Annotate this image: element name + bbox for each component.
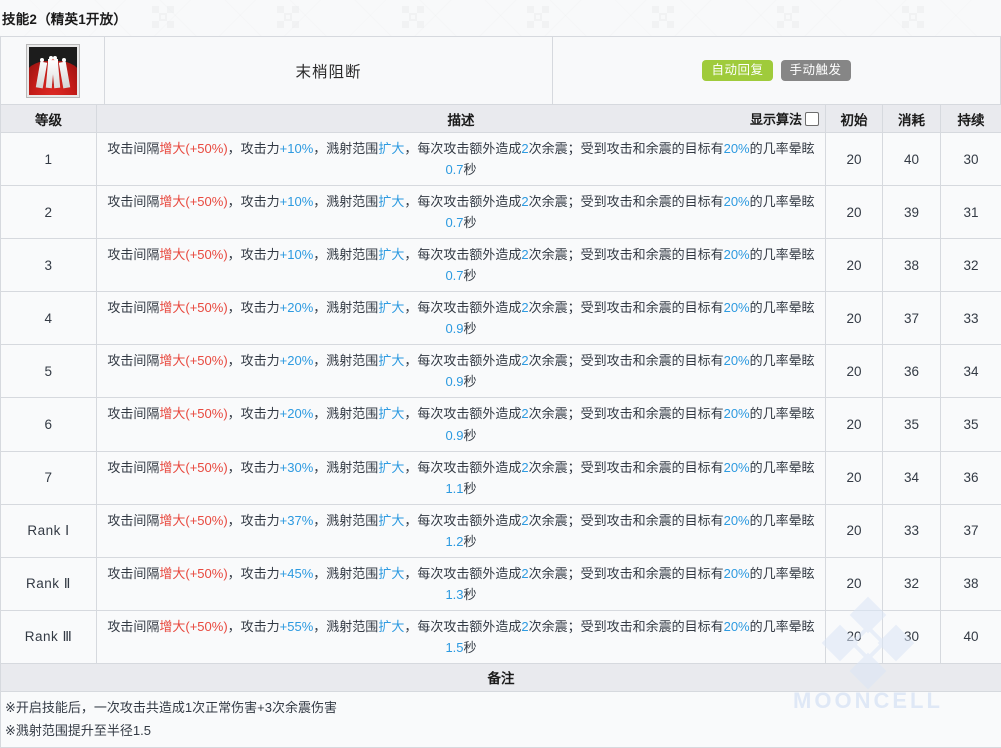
cell-initial: 20 — [826, 504, 883, 557]
cell-duration: 36 — [941, 451, 1001, 504]
cell-duration: 37 — [941, 504, 1001, 557]
deco-diamond-icon — [402, 6, 424, 28]
cell-description: 攻击间隔增大(+50%)，攻击力+10%，溅射范围扩大，每次攻击额外造成2次余震… — [97, 133, 826, 186]
note-line: ※溅射范围提升至半径1.5 — [5, 720, 997, 743]
cell-description: 攻击间隔增大(+50%)，攻击力+20%，溅射范围扩大，每次攻击额外造成2次余震… — [97, 345, 826, 398]
notes-section: 备注 ※开启技能后，一次攻击共造成1次正常伤害+3次余震伤害 ※溅射范围提升至半… — [1, 663, 1001, 748]
cell-level: 6 — [1, 398, 97, 451]
column-header-initial: 初始 — [826, 105, 883, 133]
cell-cost: 40 — [883, 133, 941, 186]
table-header: 等级 描述 显示算法 初始 消耗 持续 — [1, 105, 1001, 133]
cell-description: 攻击间隔增大(+50%)，攻击力+10%，溅射范围扩大，每次攻击额外造成2次余震… — [97, 186, 826, 239]
skill-name: 末梢阻断 — [295, 60, 361, 82]
cell-cost: 35 — [883, 398, 941, 451]
cell-cost: 38 — [883, 239, 941, 292]
tag-auto-recovery[interactable]: 自动回复 — [702, 60, 772, 82]
cell-cost: 32 — [883, 557, 941, 610]
cell-description: 攻击间隔增大(+50%)，攻击力+20%，溅射范围扩大，每次攻击额外造成2次余震… — [97, 398, 826, 451]
skill-name-cell: 末梢阻断 — [105, 37, 553, 104]
column-header-level: 等级 — [1, 105, 97, 133]
cell-level: 5 — [1, 345, 97, 398]
cell-level: 1 — [1, 133, 97, 186]
cell-cost: 30 — [883, 610, 941, 663]
skill-tags: 自动回复 手动触发 — [553, 37, 1000, 104]
cell-level: Rank Ⅰ — [1, 504, 97, 557]
cell-initial: 20 — [826, 239, 883, 292]
skill-page: 技能2（精英1开放） 末梢阻断 自动回复 手动触发 — [0, 0, 1001, 748]
skill-header-bar: 技能2（精英1开放） — [0, 0, 1001, 36]
cell-duration: 40 — [941, 610, 1001, 663]
cell-duration: 33 — [941, 292, 1001, 345]
skill-summary-strip: 末梢阻断 自动回复 手动触发 — [0, 36, 1001, 104]
cell-level: 7 — [1, 451, 97, 504]
table-row: 2攻击间隔增大(+50%)，攻击力+10%，溅射范围扩大，每次攻击额外造成2次余… — [1, 186, 1001, 239]
cell-description: 攻击间隔增大(+50%)，攻击力+30%，溅射范围扩大，每次攻击额外造成2次余震… — [97, 451, 826, 504]
table-row: Rank Ⅱ攻击间隔增大(+50%)，攻击力+45%，溅射范围扩大，每次攻击额外… — [1, 557, 1001, 610]
cell-level: Rank Ⅱ — [1, 557, 97, 610]
cell-description: 攻击间隔增大(+50%)，攻击力+20%，溅射范围扩大，每次攻击额外造成2次余震… — [97, 292, 826, 345]
cell-description: 攻击间隔增大(+50%)，攻击力+55%，溅射范围扩大，每次攻击额外造成2次余震… — [97, 610, 826, 663]
cell-cost: 36 — [883, 345, 941, 398]
cell-initial: 20 — [826, 345, 883, 398]
tag-manual-trigger[interactable]: 手动触发 — [781, 60, 851, 82]
cell-description: 攻击间隔增大(+50%)，攻击力+45%，溅射范围扩大，每次攻击额外造成2次余震… — [97, 557, 826, 610]
cell-duration: 35 — [941, 398, 1001, 451]
note-line: ※开启技能后，一次攻击共造成1次正常伤害+3次余震伤害 — [5, 697, 997, 720]
table-row: 5攻击间隔增大(+50%)，攻击力+20%，溅射范围扩大，每次攻击额外造成2次余… — [1, 345, 1001, 398]
deco-diamond-icon — [652, 6, 674, 28]
cell-initial: 20 — [826, 133, 883, 186]
table-row: Rank Ⅲ攻击间隔增大(+50%)，攻击力+55%，溅射范围扩大，每次攻击额外… — [1, 610, 1001, 663]
notes-title: 备注 — [1, 663, 1001, 691]
deco-diamond-icon — [277, 6, 299, 28]
cell-duration: 34 — [941, 345, 1001, 398]
page-title: 技能2（精英1开放） — [0, 8, 127, 28]
cell-description: 攻击间隔增大(+50%)，攻击力+37%，溅射范围扩大，每次攻击额外造成2次余震… — [97, 504, 826, 557]
notes-content: ※开启技能后，一次攻击共造成1次正常伤害+3次余震伤害 ※溅射范围提升至半径1.… — [1, 691, 1001, 748]
cell-duration: 30 — [941, 133, 1001, 186]
skill-level-table: 等级 描述 显示算法 初始 消耗 持续 1攻击间隔增大(+50%)，攻击力+10… — [0, 104, 1001, 748]
table-row: 6攻击间隔增大(+50%)，攻击力+20%，溅射范围扩大，每次攻击额外造成2次余… — [1, 398, 1001, 451]
column-header-description-label: 描述 — [103, 109, 819, 129]
deco-diamond-icon — [152, 6, 174, 28]
show-algorithm-checkbox[interactable] — [805, 112, 819, 126]
cell-cost: 37 — [883, 292, 941, 345]
deco-diamond-icon — [902, 6, 924, 28]
cell-initial: 20 — [826, 610, 883, 663]
show-algorithm-label: 显示算法 — [750, 109, 802, 128]
cell-description: 攻击间隔增大(+50%)，攻击力+10%，溅射范围扩大，每次攻击额外造成2次余震… — [97, 239, 826, 292]
table-row: 3攻击间隔增大(+50%)，攻击力+10%，溅射范围扩大，每次攻击额外造成2次余… — [1, 239, 1001, 292]
deco-diamond-icon — [527, 6, 549, 28]
table-row: 1攻击间隔增大(+50%)，攻击力+10%，溅射范围扩大，每次攻击额外造成2次余… — [1, 133, 1001, 186]
column-header-description: 描述 显示算法 — [97, 105, 826, 133]
cell-level: 2 — [1, 186, 97, 239]
cell-cost: 39 — [883, 186, 941, 239]
column-header-duration: 持续 — [941, 105, 1001, 133]
skill-icon-terminal-block[interactable] — [27, 45, 79, 97]
cell-duration: 31 — [941, 186, 1001, 239]
deco-diamond-icon — [777, 6, 799, 28]
cell-level: 4 — [1, 292, 97, 345]
cell-initial: 20 — [826, 292, 883, 345]
cell-duration: 32 — [941, 239, 1001, 292]
column-header-cost: 消耗 — [883, 105, 941, 133]
table-row: Rank Ⅰ攻击间隔增大(+50%)，攻击力+37%，溅射范围扩大，每次攻击额外… — [1, 504, 1001, 557]
skill-icon-cell — [1, 37, 105, 104]
cell-initial: 20 — [826, 398, 883, 451]
cell-duration: 38 — [941, 557, 1001, 610]
cell-level: 3 — [1, 239, 97, 292]
cell-initial: 20 — [826, 186, 883, 239]
table-row: 7攻击间隔增大(+50%)，攻击力+30%，溅射范围扩大，每次攻击额外造成2次余… — [1, 451, 1001, 504]
table-row: 4攻击间隔增大(+50%)，攻击力+20%，溅射范围扩大，每次攻击额外造成2次余… — [1, 292, 1001, 345]
cell-level: Rank Ⅲ — [1, 610, 97, 663]
cell-initial: 20 — [826, 557, 883, 610]
cell-cost: 34 — [883, 451, 941, 504]
cell-cost: 33 — [883, 504, 941, 557]
cell-initial: 20 — [826, 451, 883, 504]
table-body: 1攻击间隔增大(+50%)，攻击力+10%，溅射范围扩大，每次攻击额外造成2次余… — [1, 133, 1001, 664]
